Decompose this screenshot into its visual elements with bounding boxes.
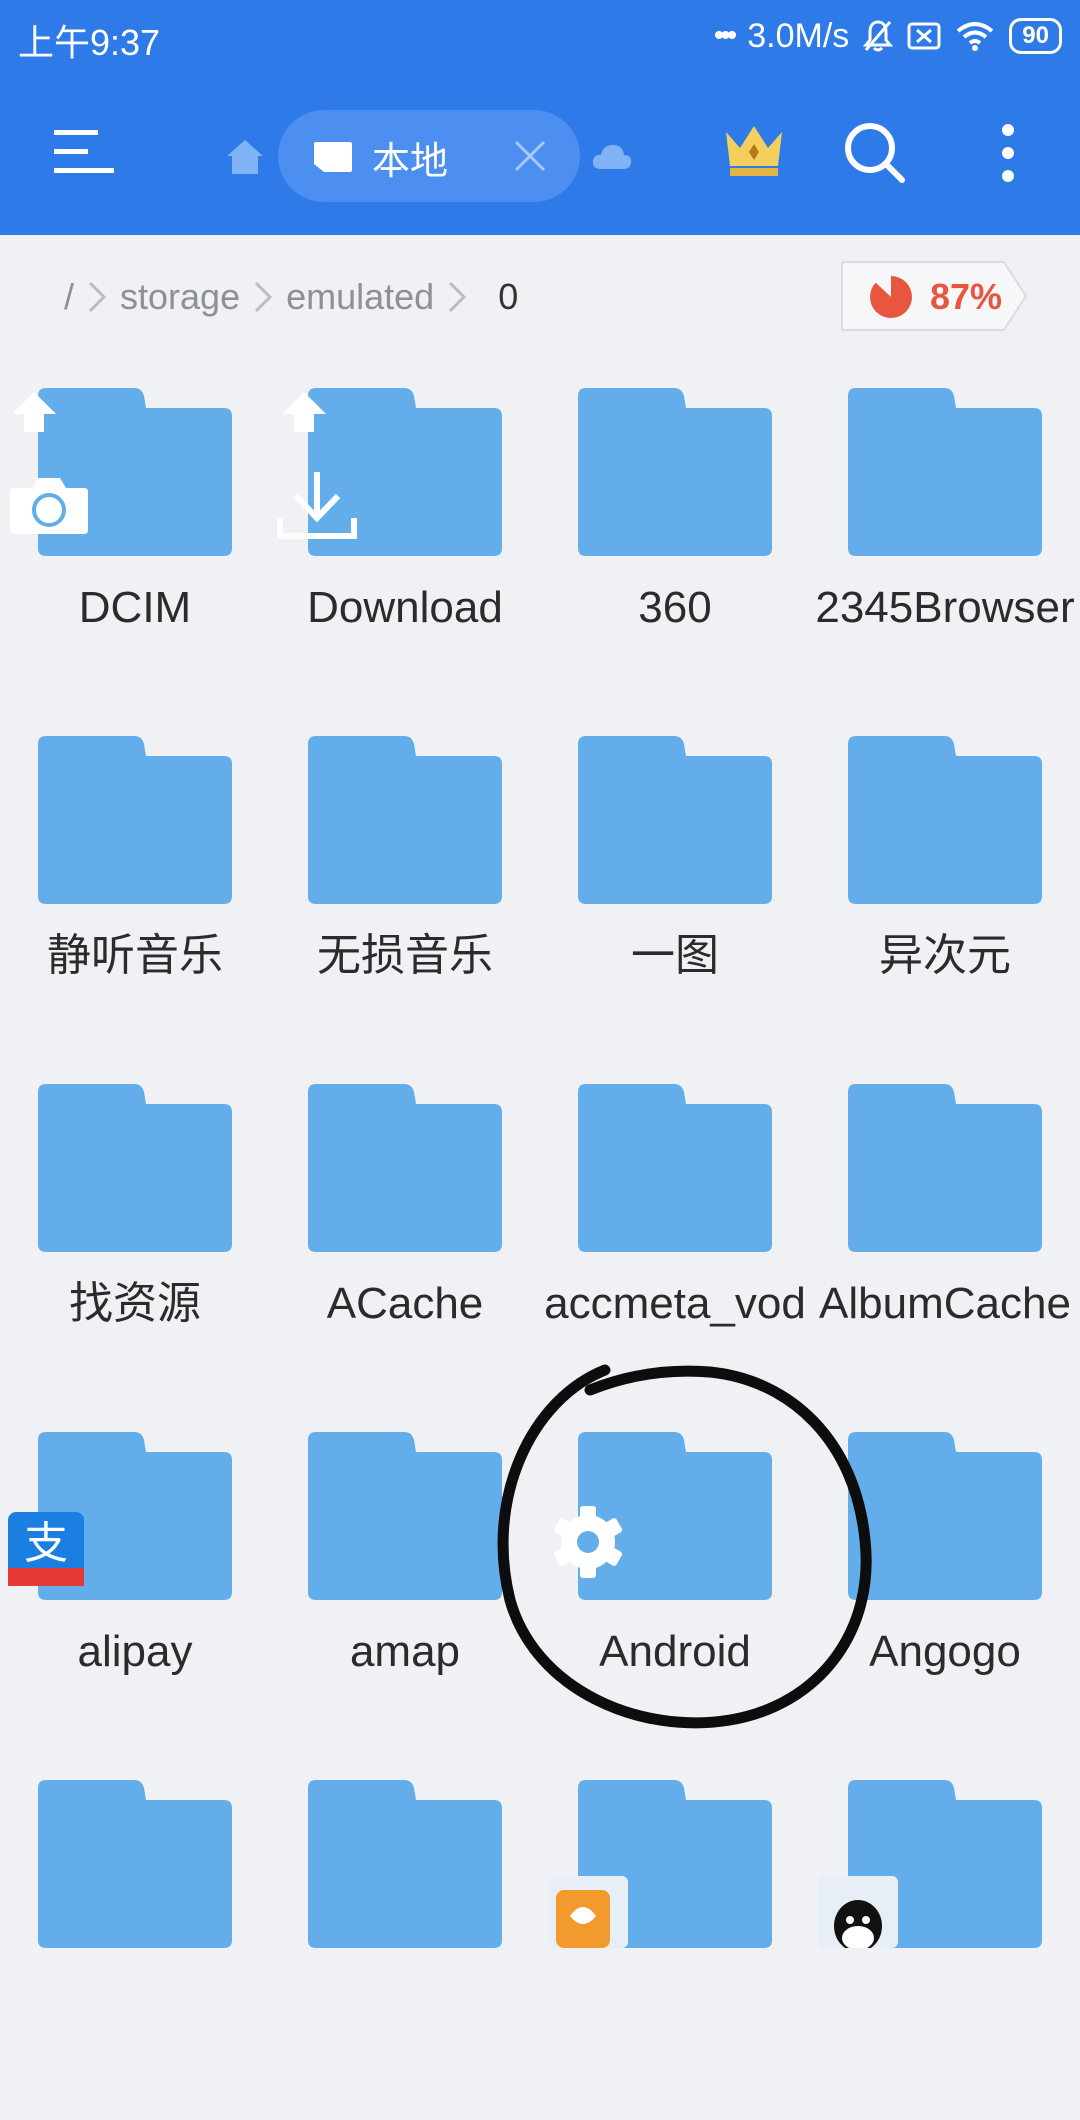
more-vertical-icon bbox=[1002, 124, 1014, 182]
uc-browser-icon bbox=[548, 1876, 628, 1948]
folder-name: 360 bbox=[638, 583, 712, 632]
network-speed: 3.0M/s bbox=[747, 16, 850, 55]
folder-name: 异次元 bbox=[879, 931, 1011, 980]
folder-name: ACache bbox=[326, 1279, 484, 1328]
folder-item[interactable]: 360 bbox=[540, 380, 810, 728]
status-bar: 上午9:37 ••• 3.0M/s 90 bbox=[0, 0, 1080, 72]
folder-item[interactable] bbox=[270, 1772, 540, 2120]
breadcrumb-current: 0 bbox=[498, 276, 519, 317]
sim-icon bbox=[907, 22, 941, 50]
folder-item[interactable]: Download bbox=[270, 380, 540, 728]
folder-name: 静听音乐 bbox=[47, 931, 223, 980]
folder-name: 找资源 bbox=[69, 1279, 201, 1328]
folder-item[interactable] bbox=[0, 1772, 270, 2120]
location-label: 本地 bbox=[372, 141, 449, 183]
folder-name: DCIM bbox=[78, 583, 192, 632]
mute-bell-icon bbox=[863, 19, 894, 53]
menu-button[interactable] bbox=[50, 118, 118, 186]
search-icon bbox=[845, 123, 905, 183]
folder-icon bbox=[848, 1432, 1042, 1600]
app-header: 上午9:37 ••• 3.0M/s 90 本地 bbox=[0, 0, 1080, 235]
battery-indicator: 90 bbox=[1009, 18, 1062, 54]
folder-icon bbox=[38, 1084, 232, 1252]
home-button[interactable] bbox=[222, 134, 268, 180]
crown-icon bbox=[726, 126, 782, 176]
close-tab-icon[interactable] bbox=[508, 134, 552, 178]
folder-name: 无损音乐 bbox=[317, 931, 493, 980]
folder-icon bbox=[308, 1432, 502, 1600]
folder-icon bbox=[308, 1084, 502, 1252]
folder-icon bbox=[848, 736, 1042, 904]
breadcrumb-storage[interactable]: storage bbox=[114, 276, 246, 318]
folder-item[interactable]: Angogo bbox=[810, 1424, 1080, 1772]
hamburger-icon bbox=[54, 130, 114, 173]
qq-icon bbox=[818, 1876, 898, 1948]
chevron-right-icon bbox=[88, 281, 107, 313]
folder-name: alipay bbox=[77, 1627, 193, 1676]
breadcrumb: / storage emulated 0 bbox=[0, 262, 524, 332]
folder-item[interactable]: 支 alipay bbox=[0, 1424, 270, 1772]
folder-name: Android bbox=[599, 1627, 751, 1676]
toolbar: 本地 bbox=[0, 96, 1080, 216]
camera-icon bbox=[10, 478, 88, 534]
more-options-button[interactable] bbox=[988, 118, 1028, 188]
alipay-icon: 支 bbox=[8, 1512, 84, 1586]
cloud-button[interactable] bbox=[590, 136, 634, 176]
breadcrumb-root[interactable]: / bbox=[58, 276, 80, 318]
folder-item[interactable]: 找资源 bbox=[0, 1076, 270, 1424]
folder-name: AlbumCache bbox=[819, 1279, 1071, 1328]
folder-name: amap bbox=[349, 1627, 461, 1676]
download-icon bbox=[277, 472, 357, 539]
signal-dots-icon: ••• bbox=[713, 19, 737, 52]
folder-icon bbox=[308, 736, 502, 904]
folder-name: 一图 bbox=[631, 931, 719, 980]
folder-name: Angogo bbox=[869, 1627, 1021, 1676]
home-icon bbox=[227, 140, 263, 174]
cloud-icon bbox=[592, 145, 632, 169]
breadcrumb-emulated[interactable]: emulated bbox=[280, 276, 440, 318]
gear-icon bbox=[553, 1506, 623, 1578]
folder-item[interactable]: 无损音乐 bbox=[270, 728, 540, 1076]
folder-item[interactable]: 2345Browser bbox=[810, 380, 1080, 728]
search-button[interactable] bbox=[840, 118, 910, 188]
folder-icon bbox=[578, 388, 772, 556]
folder-icon bbox=[848, 388, 1042, 556]
folder-item[interactable]: accmeta_vod bbox=[540, 1076, 810, 1424]
folder-item[interactable]: Android bbox=[540, 1424, 810, 1772]
wifi-icon bbox=[955, 21, 995, 51]
folder-name: Download bbox=[307, 583, 503, 632]
folder-item[interactable] bbox=[810, 1772, 1080, 2120]
storage-percent: 87% bbox=[930, 276, 1003, 317]
folder-item[interactable]: DCIM bbox=[0, 380, 270, 728]
folder-item[interactable]: 一图 bbox=[540, 728, 810, 1076]
folder-icon bbox=[308, 1780, 502, 1948]
svg-text:支: 支 bbox=[24, 1518, 68, 1569]
folder-icon bbox=[38, 736, 232, 904]
folder-name: accmeta_vod bbox=[544, 1279, 806, 1328]
folder-icon bbox=[578, 736, 772, 904]
upload-arrow-icon bbox=[12, 392, 56, 432]
chevron-right-icon bbox=[255, 281, 273, 313]
status-time: 上午9:37 bbox=[18, 22, 161, 63]
folder-name: 2345Browser bbox=[815, 583, 1075, 632]
folder-item[interactable]: 异次元 bbox=[810, 728, 1080, 1076]
vip-button[interactable] bbox=[722, 122, 786, 178]
folder-item[interactable]: 静听音乐 bbox=[0, 728, 270, 1076]
status-icons: ••• 3.0M/s 90 bbox=[714, 14, 1062, 58]
folder-item[interactable]: AlbumCache bbox=[810, 1076, 1080, 1424]
storage-pie-icon bbox=[870, 275, 912, 318]
sd-card-icon bbox=[314, 142, 352, 172]
chevron-right-icon bbox=[449, 281, 467, 313]
upload-arrow-icon bbox=[282, 392, 326, 432]
folder-item[interactable] bbox=[540, 1772, 810, 2120]
folder-icon bbox=[38, 1780, 232, 1948]
folder-item[interactable]: ACache bbox=[270, 1076, 540, 1424]
folder-icon bbox=[578, 1084, 772, 1252]
storage-usage-badge[interactable]: 87% bbox=[840, 260, 1030, 332]
location-tab[interactable]: 本地 bbox=[278, 110, 580, 202]
folder-icon bbox=[848, 1084, 1042, 1252]
folder-item[interactable]: amap bbox=[270, 1424, 540, 1772]
